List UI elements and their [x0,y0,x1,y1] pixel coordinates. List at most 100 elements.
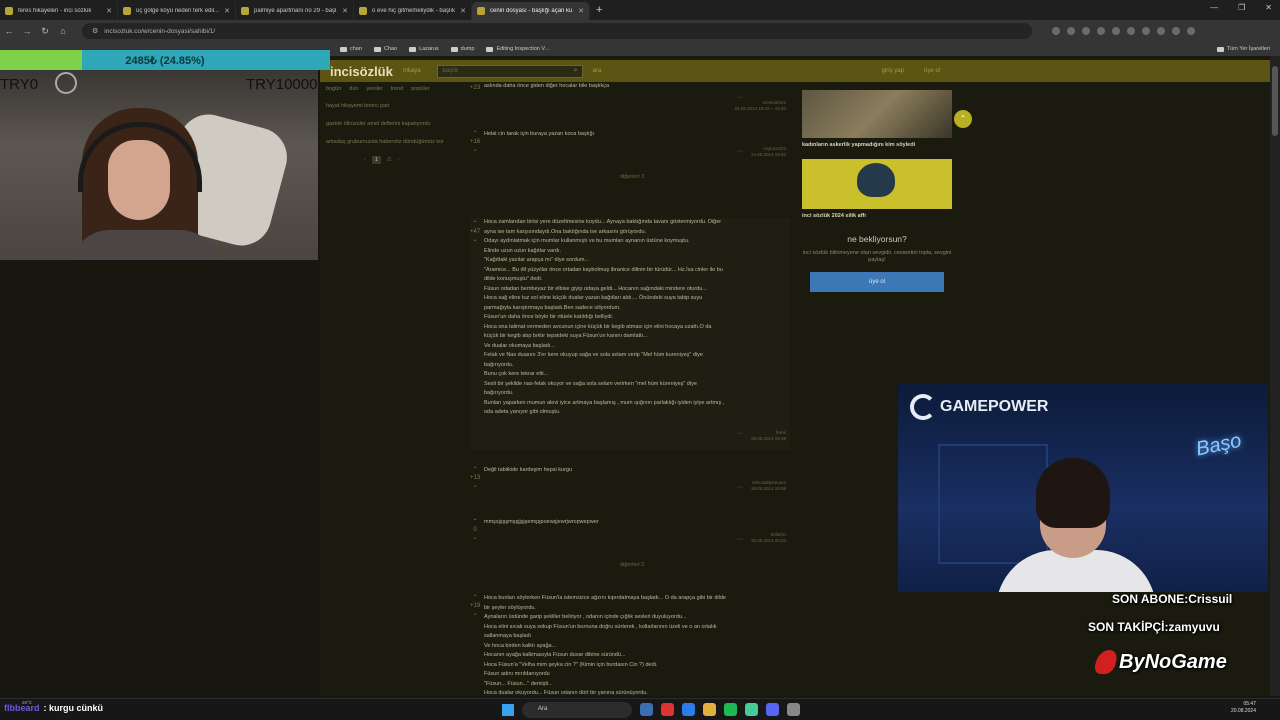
entry-menu-icon[interactable]: ··· [737,148,744,155]
downvote-icon[interactable]: ⌄ [470,236,480,244]
site-search-input[interactable]: başlık ⌕ [436,64,583,78]
downvote-icon[interactable]: ⌄ [470,146,480,154]
browser-tab-active[interactable]: cenin dosyası - başlığı açan ku... ✕ [472,2,590,20]
search-icon[interactable]: ⌕ [574,67,578,75]
entry-meta: 50litelin 28.06.2014 20:03 [751,532,786,544]
close-tab-icon[interactable]: ✕ [342,7,348,15]
back-icon[interactable]: ← [0,26,18,36]
bookmark-item[interactable]: chan [340,46,362,52]
extension-icon[interactable] [1172,27,1180,35]
extension-icon[interactable] [1082,27,1090,35]
home-icon[interactable]: ⌂ [54,26,72,36]
entry-menu-icon[interactable]: ··· [737,430,744,437]
bookmark-item[interactable]: Lazarus [409,46,439,52]
topic-link[interactable]: arkadaş grubumuzda haberstiz döndüğümüz … [326,138,456,146]
bookmark-item[interactable]: dump [450,46,474,52]
url-input[interactable]: ⚙ incisozluk.co/w/cenin-dosyasi/sahibi/1… [82,23,1032,39]
extension-icon[interactable] [1127,27,1135,35]
folder-app-icon[interactable] [703,703,716,716]
page-scrollbar[interactable] [1270,56,1280,696]
upvote-icon[interactable]: ⌃ [470,130,480,138]
topic-link[interactable]: hayat hikayemi birinci part [326,102,456,110]
browser-tab[interactable]: feres hikayeleri - inci sözlük ✕ [0,2,118,20]
close-tab-icon[interactable]: ✕ [460,7,466,15]
discord-icon[interactable] [766,703,779,716]
site-info-icon[interactable]: ⚙ [92,27,98,35]
upvote-icon[interactable]: ⌃ [470,466,480,474]
minimize-icon[interactable]: — [1210,3,1218,12]
clock[interactable]: 05:47 20.08.2024 [1231,701,1256,715]
promo-caption[interactable]: inci sözlük 2024 silik affı [802,213,952,220]
page-select[interactable]: 1 [371,156,381,164]
more-entries-link[interactable]: diğerleri 2 [620,562,650,568]
upvote-icon[interactable]: ⌃ [470,518,480,526]
downvote-icon[interactable]: ⌄ [470,482,480,490]
app-icon[interactable] [640,703,653,716]
maximize-icon[interactable]: ❐ [1238,3,1245,12]
start-icon[interactable] [502,704,514,716]
extension-icon[interactable] [1067,27,1075,35]
donation-min-label: TRY0 [0,76,39,93]
entry-menu-icon[interactable]: ··· [737,536,744,543]
promo-image-soldiers[interactable] [802,90,952,138]
browser-tab[interactable]: üç gölge köyü neden terk edil... ✕ [118,2,236,20]
reload-icon[interactable]: ↻ [36,26,54,37]
tab-trend[interactable]: trend [391,86,404,92]
taskbar-search[interactable]: Ara [522,702,632,718]
extension-icon[interactable] [1097,27,1105,35]
webcam-girl: TRY0 TRY10000 [0,70,318,260]
signup-link[interactable]: üye ol [924,68,940,74]
profile-icon[interactable] [1187,27,1195,35]
app-icon[interactable] [661,703,674,716]
browser-tab[interactable]: o eve hiç gitmemeliydik - başlık... ✕ [354,2,472,20]
entry-date: 28.06.2014 19:48 [750,436,786,441]
window-controls: — ❐ ✕ [1210,3,1272,12]
extension-icon[interactable] [1157,27,1165,35]
bookmark-item[interactable]: Chao [373,46,397,52]
entry-menu-icon[interactable]: ··· [737,484,744,491]
new-tab-icon[interactable]: + [596,4,602,16]
login-link[interactable]: giriş yap [882,68,904,74]
close-tab-icon[interactable]: ✕ [106,7,112,15]
close-tab-icon[interactable]: ✕ [578,7,584,15]
app-icon[interactable] [787,703,800,716]
header-link[interactable]: mkaya [403,68,421,74]
forward-icon[interactable]: → [18,26,36,36]
promo-caption[interactable]: kadınların askerlik yapmadığını kim söyl… [802,142,952,149]
promo-image-owl[interactable] [802,159,952,209]
app-icon[interactable] [724,703,737,716]
extension-icon[interactable] [1052,27,1060,35]
browser-tab[interactable]: palmiye apartmanı no 29 - başl... ✕ [236,2,354,20]
downvote-icon[interactable]: ⌄ [470,610,480,618]
downvote-icon[interactable]: ⌄ [470,534,480,542]
tab-yeniler[interactable]: yeniler [366,86,382,92]
tab-dun[interactable]: dün [349,86,358,92]
app-icon[interactable] [745,703,758,716]
tab-populer[interactable]: popüler [411,86,429,92]
folder-icon [409,46,417,52]
close-window-icon[interactable]: ✕ [1265,3,1272,12]
prev-page-icon[interactable]: ‹ [364,157,366,163]
close-tab-icon[interactable]: ✕ [224,7,230,15]
topic-link[interactable]: gazide ölküsüler amel defterini kapatıyo… [326,120,456,128]
bookmark-item[interactable]: Editing Inspection V... [486,46,549,52]
entry-line: Aynaların üstünde garip şekiller beliriy… [484,614,687,620]
tab-bugun[interactable]: bugün [326,86,341,92]
extension-icon[interactable] [1112,27,1120,35]
donation-goal-bar: 2485₺ (24.85%) [0,50,330,70]
search-extra-link[interactable]: ara [593,68,602,74]
owl-logo-icon [857,163,895,197]
more-entries-link[interactable]: diğerleri 3 [620,174,650,180]
site-logo[interactable]: incisözlük [330,64,393,79]
upvote-icon[interactable]: ⌃ [470,594,480,602]
entry: +23 aslında daha önce giden diğer hocala… [470,82,790,111]
next-page-icon[interactable]: › [398,157,400,163]
app-icon[interactable] [682,703,695,716]
scrollbar-thumb[interactable] [1272,66,1278,136]
signup-button[interactable]: üye ol [810,272,944,292]
scroll-top-icon[interactable]: ⌃ [954,110,972,128]
extension-icon[interactable] [1142,27,1150,35]
all-bookmarks[interactable]: Tüm Yer İşaretleri [1216,46,1270,52]
upvote-icon[interactable]: ⌃ [470,220,480,228]
entry-line: Sesli bir şekilde nas-felak okuyor ve sa… [484,380,697,387]
